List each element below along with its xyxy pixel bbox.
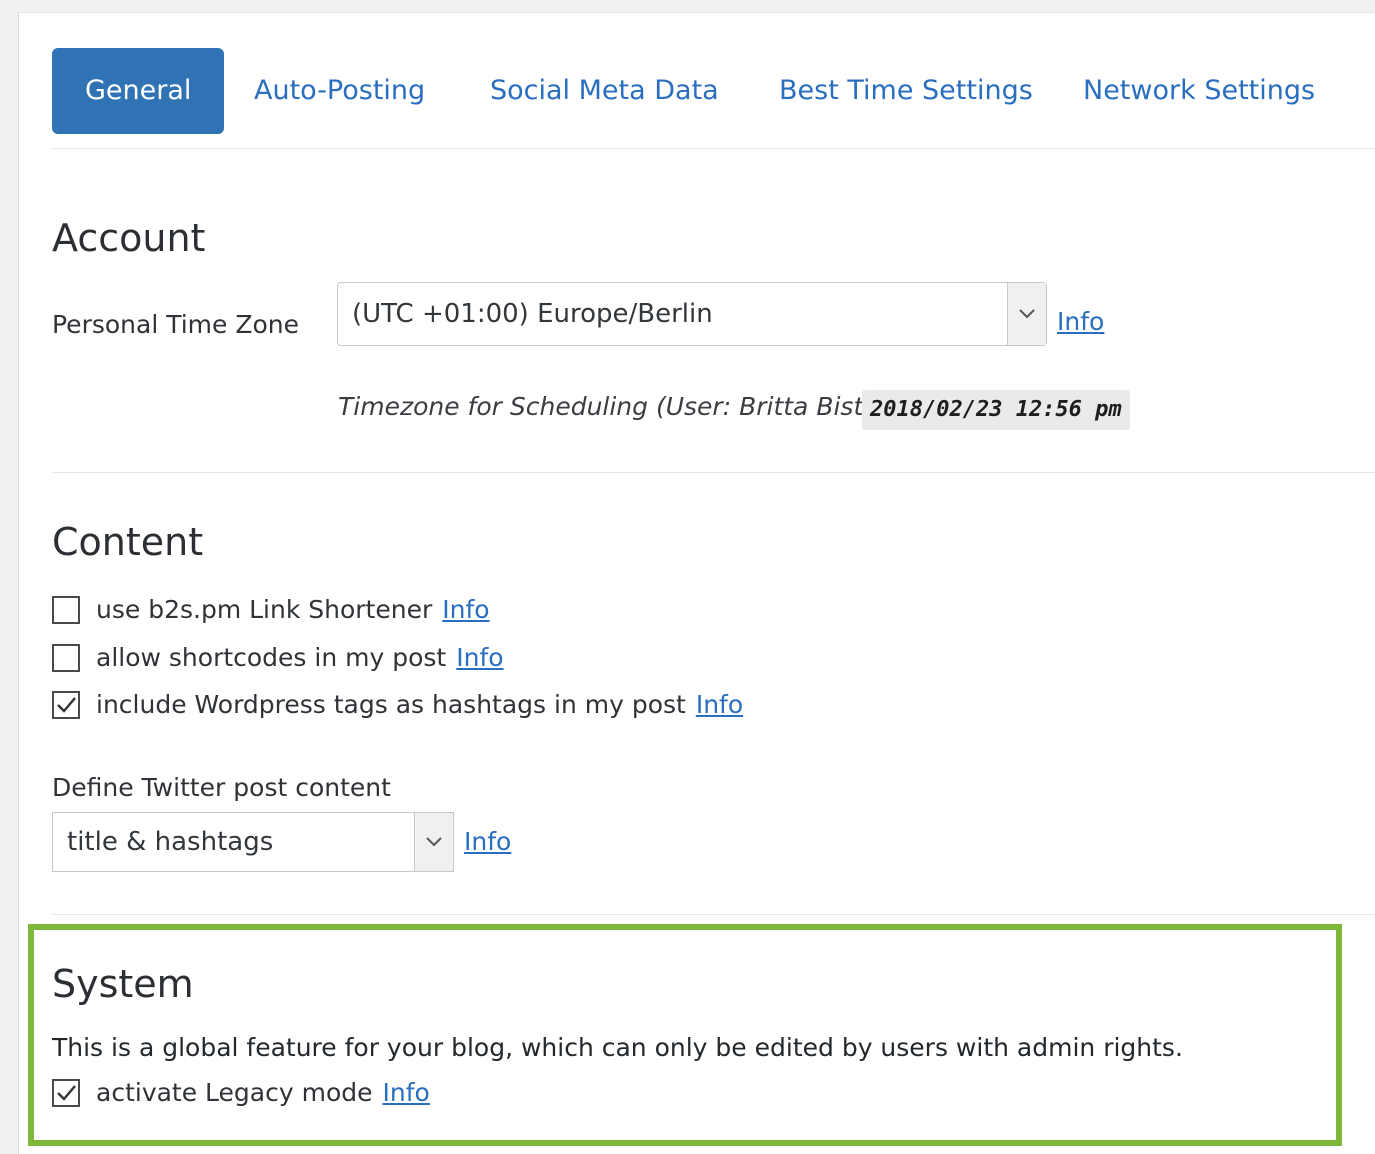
- hashtags-checkbox[interactable]: [52, 690, 80, 719]
- timezone-label: Personal Time Zone: [52, 310, 299, 339]
- tabs-divider: [52, 148, 1375, 149]
- legacy-mode-label: activate Legacy mode: [96, 1078, 373, 1107]
- tab-general[interactable]: General: [52, 48, 225, 134]
- timezone-select-value: (UTC +01:00) Europe/Berlin: [352, 299, 713, 329]
- hashtags-info-link[interactable]: Info: [696, 690, 743, 719]
- timezone-select[interactable]: (UTC +01:00) Europe/Berlin: [337, 282, 1047, 346]
- shortcodes-checkbox[interactable]: [52, 643, 80, 672]
- chevron-down-icon: [1007, 283, 1046, 345]
- tab-auto-posting[interactable]: Auto-Posting: [254, 48, 425, 134]
- chevron-down-icon: [414, 813, 453, 871]
- option-shortcodes: allow shortcodes in my post Info: [52, 643, 504, 672]
- system-heading: System: [52, 962, 194, 1006]
- twitter-content-info-link[interactable]: Info: [464, 827, 511, 856]
- checkmark-icon: [57, 1084, 76, 1101]
- legacy-mode-info-link[interactable]: Info: [383, 1078, 430, 1107]
- link-shortener-label: use b2s.pm Link Shortener: [96, 595, 433, 624]
- scheduling-time-badge: 2018/02/23 12:56 pm: [862, 390, 1130, 430]
- link-shortener-info-link[interactable]: Info: [442, 595, 489, 624]
- tab-social-meta-data[interactable]: Social Meta Data: [490, 48, 719, 134]
- shortcodes-info-link[interactable]: Info: [456, 643, 503, 672]
- tab-network-settings[interactable]: Network Settings: [1083, 48, 1315, 134]
- twitter-content-label: Define Twitter post content: [52, 773, 391, 802]
- content-heading: Content: [52, 520, 204, 564]
- system-description: This is a global feature for your blog, …: [52, 1033, 1183, 1062]
- option-legacy-mode: activate Legacy mode Info: [52, 1078, 430, 1107]
- twitter-content-select-value: title & hashtags: [67, 827, 274, 857]
- legacy-mode-checkbox[interactable]: [52, 1078, 80, 1107]
- link-shortener-checkbox[interactable]: [52, 595, 80, 624]
- twitter-content-select[interactable]: title & hashtags: [52, 812, 454, 872]
- timezone-info-link[interactable]: Info: [1057, 307, 1104, 336]
- tab-best-time-settings[interactable]: Best Time Settings: [779, 48, 1033, 134]
- content-divider: [52, 914, 1375, 915]
- hashtags-label: include Wordpress tags as hashtags in my…: [96, 690, 686, 719]
- shortcodes-label: allow shortcodes in my post: [96, 643, 447, 672]
- option-hashtags: include Wordpress tags as hashtags in my…: [52, 690, 743, 719]
- scheduling-timezone-note: Timezone for Scheduling (User: Britta Bi…: [338, 392, 873, 421]
- account-divider: [52, 472, 1375, 473]
- option-link-shortener: use b2s.pm Link Shortener Info: [52, 595, 490, 624]
- account-heading: Account: [52, 216, 206, 260]
- checkmark-icon: [57, 696, 76, 713]
